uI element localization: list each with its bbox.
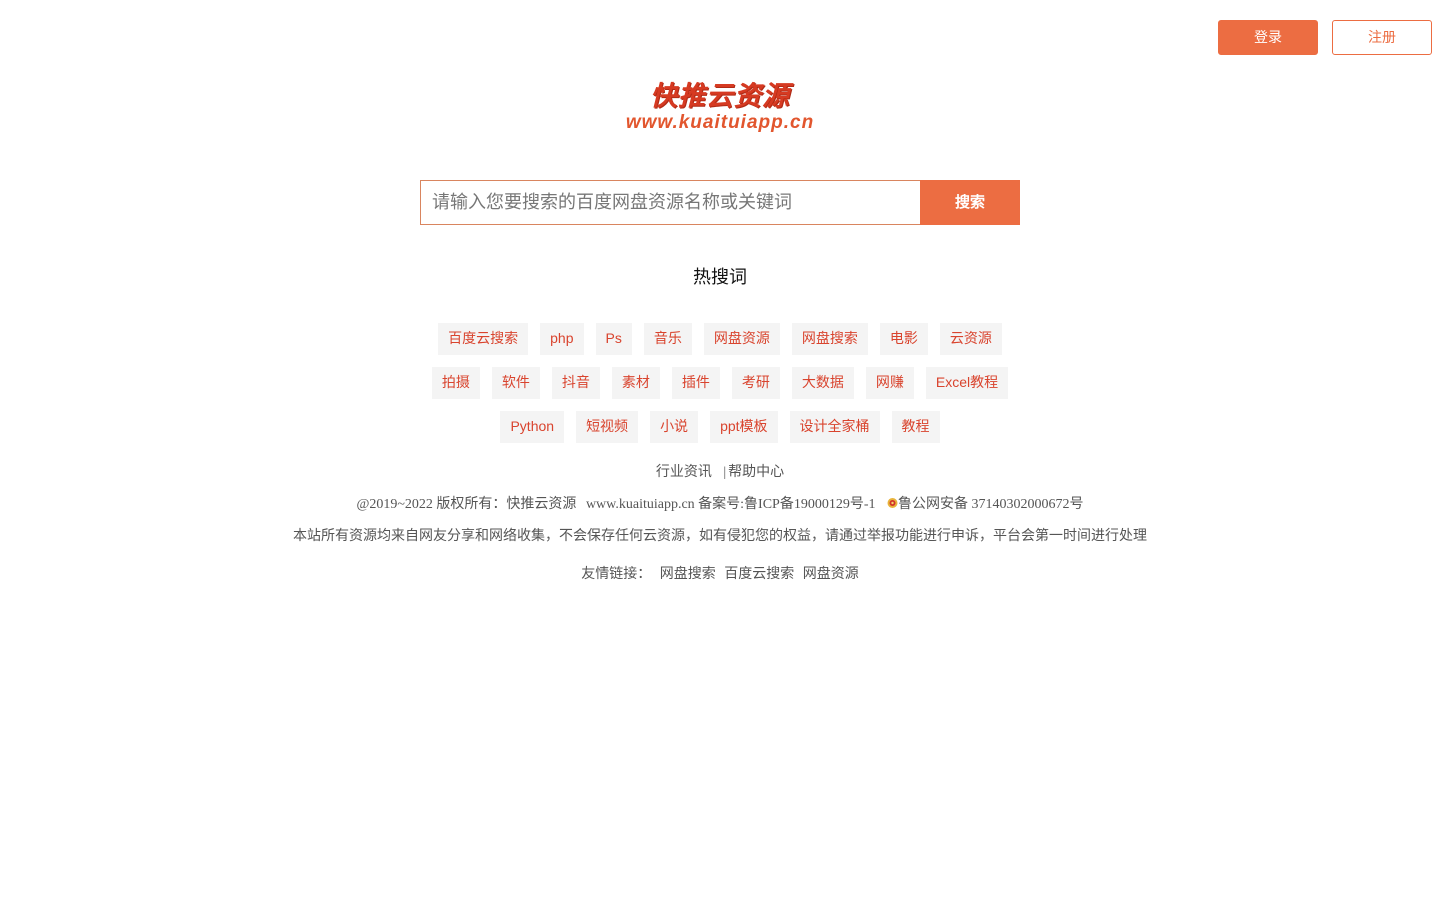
hot-word-tag[interactable]: 教程 (891, 411, 940, 443)
hot-word-tag[interactable]: 拍摄 (431, 367, 480, 399)
footer-separator: | (723, 465, 727, 480)
hot-word-tag[interactable]: php (540, 323, 584, 355)
copyright-text: @2019~2022 版权所有：快推云资源 (356, 497, 577, 512)
hot-word-tag[interactable]: 素材 (611, 367, 660, 399)
hot-word-tag[interactable]: 网盘资源 (703, 323, 780, 355)
login-button[interactable]: 登录 (1218, 20, 1318, 55)
hot-word-tag[interactable]: 抖音 (551, 367, 600, 399)
hot-word-tag[interactable]: 电影 (879, 323, 928, 355)
logo-url: www.kuaituiapp.cn (625, 112, 815, 133)
hot-word-tag[interactable]: 网赚 (865, 367, 914, 399)
friend-links: 友情链接： 网盘搜索 百度云搜索 网盘资源 (0, 566, 1440, 584)
hot-word-tag[interactable]: Excel教程 (925, 367, 1009, 399)
hot-word-tag[interactable]: 插件 (671, 367, 720, 399)
hot-words-row-1: 百度云搜索 php Ps 音乐 网盘资源 网盘搜索 电影 云资源 (0, 323, 1440, 355)
hot-words-title: 热搜词 (693, 267, 747, 287)
search-bar: 搜索 (420, 180, 1020, 225)
help-center-link[interactable]: 帮助中心 (728, 465, 784, 480)
logo-title: 快推云资源 (650, 81, 790, 111)
friend-link-pan-resources[interactable]: 网盘资源 (803, 567, 859, 582)
auth-buttons: 登录 注册 (1218, 20, 1432, 55)
hot-word-tag[interactable]: 网盘搜索 (791, 323, 868, 355)
search-button[interactable]: 搜索 (920, 180, 1020, 225)
hot-word-tag[interactable]: 大数据 (791, 367, 854, 399)
hot-word-tag[interactable]: Python (500, 411, 565, 443)
hot-word-tag[interactable]: 小说 (650, 411, 699, 443)
hot-word-tag[interactable]: 短视频 (576, 411, 639, 443)
site-logo[interactable]: 快推云资源 www.kuaituiapp.cn (560, 80, 880, 136)
industry-news-link[interactable]: 行业资讯 (656, 465, 712, 480)
hot-word-tag[interactable]: 软件 (491, 367, 540, 399)
footer-links: 行业资讯 | 帮助中心 (0, 464, 1440, 482)
hot-word-tag[interactable]: 云资源 (939, 323, 1002, 355)
hot-words-row-3: Python 短视频 小说 ppt模板 设计全家桶 教程 (0, 411, 1440, 443)
hot-word-tag[interactable]: ppt模板 (710, 411, 778, 443)
hot-word-tag[interactable]: 音乐 (643, 323, 692, 355)
hot-word-tag[interactable]: 百度云搜索 (438, 323, 529, 355)
search-input[interactable] (420, 180, 920, 225)
police-badge-icon (887, 498, 898, 508)
police-record-link[interactable]: 鲁公网安备 37140302000672号 (898, 497, 1084, 512)
page: 登录 注册 快推云资源 www.kuaituiapp.cn 搜索 热搜词 百度云… (0, 0, 1440, 900)
hot-word-tag[interactable]: Ps (595, 323, 632, 355)
domain-link[interactable]: www.kuaituiapp.cn (586, 497, 695, 512)
register-button[interactable]: 注册 (1332, 20, 1432, 55)
hot-word-tag[interactable]: 设计全家桶 (789, 411, 880, 443)
footer-disclaimer: 本站所有资源均来自网友分享和网络收集，不会保存任何云资源，如有侵犯您的权益，请通… (293, 529, 1147, 544)
friend-link-baidu-search[interactable]: 百度云搜索 (724, 567, 794, 582)
icp-link[interactable]: 备案号:鲁ICP备19000129号-1 (698, 497, 875, 512)
hot-words-row-2: 拍摄 软件 抖音 素材 插件 考研 大数据 网赚 Excel教程 (0, 367, 1440, 399)
hot-word-tag[interactable]: 考研 (731, 367, 780, 399)
friend-link-pan-search[interactable]: 网盘搜索 (660, 567, 716, 582)
footer-copyright-line: @2019~2022 版权所有：快推云资源 www.kuaituiapp.cn … (0, 496, 1440, 514)
friend-links-label: 友情链接： (581, 567, 652, 582)
